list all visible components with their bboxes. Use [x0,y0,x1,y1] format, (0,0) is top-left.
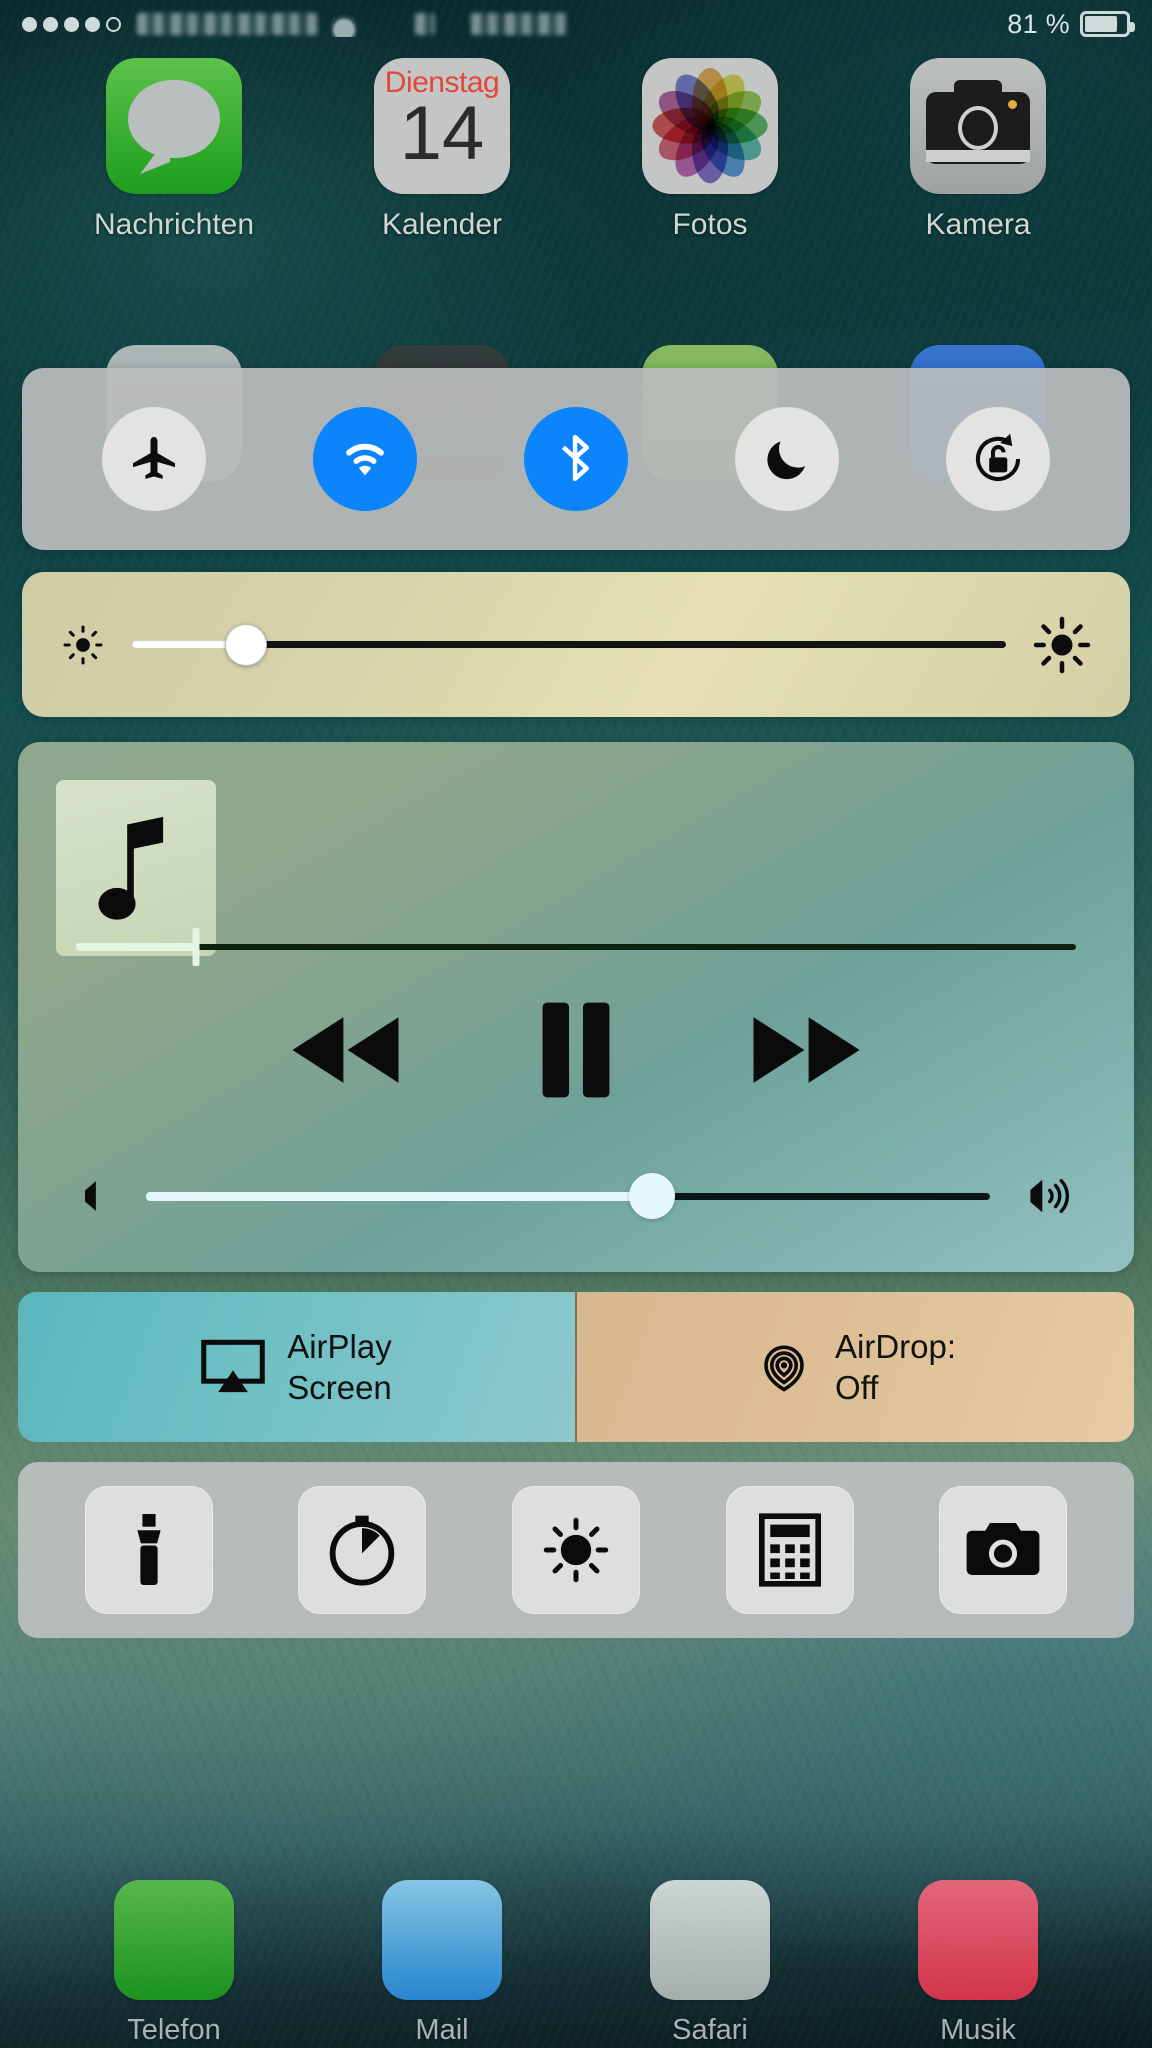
brightness-low-icon [63,624,103,665]
dock-app-label: Safari [672,2014,748,2046]
signal-dot [64,16,79,32]
volume-low-icon [85,1181,96,1211]
wifi-status-icon [331,11,357,37]
moon-icon [767,441,806,480]
music-icon [918,1880,1038,2000]
signal-dot [22,16,37,32]
app-label: Kamera [925,208,1031,241]
dock-app-safari[interactable]: Safari [630,1880,790,2047]
volume-slider-row [74,1168,1078,1224]
night-shift-icon [543,1517,609,1583]
rewind-button[interactable] [287,1008,405,1097]
app-label: Kalender [381,208,503,241]
rotation-lock-toggle[interactable] [946,407,1051,511]
calendar-icon: Dienstag 14 [374,58,510,194]
dock-app-label: Mail [415,2014,469,2046]
do-not-disturb-toggle[interactable] [735,407,840,511]
playback-controls [18,992,1134,1112]
status-indicator-blurred [415,13,435,35]
safari-icon [650,1880,770,2000]
photos-icon [642,58,778,194]
carrier-name-blurred [137,13,317,35]
flashlight-icon [137,1514,161,1585]
dock-row: Telefon Mail Safari Musik [0,1880,1152,2047]
camera-icon [910,58,1046,194]
calculator-button[interactable] [725,1486,854,1614]
volume-slider[interactable] [146,1173,990,1219]
messages-icon [106,58,242,194]
pause-button[interactable] [537,1002,615,1103]
fast-forward-button[interactable] [747,1008,865,1097]
airdrop-button[interactable]: AirDrop: Off [575,1292,1134,1442]
signal-strength-dots [22,16,121,32]
airplay-airdrop-row: AirPlay Screen AirDrop: Off [18,1292,1134,1442]
playback-progress-slider[interactable] [76,927,1076,967]
camera-shortcut-button[interactable] [939,1486,1068,1614]
home-screen-app-row: Nachrichten Dienstag 14 Kalender Fotos K… [0,58,1152,242]
flashlight-button[interactable] [84,1486,213,1614]
rotation-lock-icon [976,433,1021,481]
rewind-icon [292,1016,399,1083]
airdrop-icon [764,1345,804,1392]
dock-app-music[interactable]: Musik [898,1880,1058,2047]
dock-app-label: Telefon [127,2014,221,2046]
airplay-label: AirPlay Screen [287,1326,392,1409]
airdrop-line1: AirDrop: [834,1327,957,1365]
signal-dot [85,16,100,32]
airplay-button[interactable]: AirPlay Screen [18,1292,575,1442]
app-label: Fotos [672,208,748,241]
control-center-shortcuts-panel [18,1462,1134,1638]
bluetooth-icon [561,434,589,482]
pause-icon [542,1002,610,1097]
signal-dot [43,16,58,32]
fast-forward-icon [753,1016,860,1083]
bluetooth-toggle[interactable] [523,407,628,511]
timer-button[interactable] [298,1486,427,1614]
airdrop-line2: Off [834,1369,879,1406]
dock-app-phone[interactable]: Telefon [94,1880,254,2047]
control-center-toggles-panel [22,368,1130,550]
brightness-slider[interactable] [132,623,1006,666]
mail-icon [382,1880,502,2000]
calendar-day: 14 [399,91,485,176]
camera-shortcut-icon [966,1522,1040,1575]
dock-app-mail[interactable]: Mail [362,1880,522,2047]
app-photos[interactable]: Fotos [630,58,790,242]
airplane-mode-toggle[interactable] [101,407,206,511]
dock-app-label: Musik [940,2014,1016,2046]
music-note-icon [98,816,164,920]
airplay-line1: AirPlay [287,1327,392,1365]
airplane-icon [132,436,175,479]
status-bar: 81 % [0,0,1152,48]
brightness-slider-thumb[interactable] [224,623,267,666]
app-label: Nachrichten [93,208,255,241]
airplay-icon [201,1339,265,1393]
wifi-icon [345,443,384,476]
brightness-panel [22,572,1130,717]
brightness-high-icon [1033,616,1091,673]
battery-percent-label: 81 % [1007,8,1070,39]
volume-slider-thumb[interactable] [629,1173,676,1219]
volume-high-icon [1030,1178,1069,1214]
music-panel [18,742,1134,1272]
signal-dot-empty [106,16,121,32]
app-calendar[interactable]: Dienstag 14 Kalender [362,58,522,242]
airdrop-label: AirDrop: Off [835,1326,956,1409]
calculator-icon [758,1513,821,1587]
airplay-line2: Screen [287,1369,392,1406]
battery-icon [1080,11,1135,37]
volume-slider-fill [146,1191,653,1201]
timer-icon [330,1515,395,1586]
night-shift-button[interactable] [511,1486,640,1614]
wifi-toggle[interactable] [312,407,417,511]
progress-handle[interactable] [192,928,200,966]
phone-icon [114,1880,234,2000]
clock-blurred [471,13,567,35]
app-camera[interactable]: Kamera [898,58,1058,242]
progress-fill [76,943,196,951]
progress-track [76,944,1076,950]
app-messages[interactable]: Nachrichten [94,58,254,242]
